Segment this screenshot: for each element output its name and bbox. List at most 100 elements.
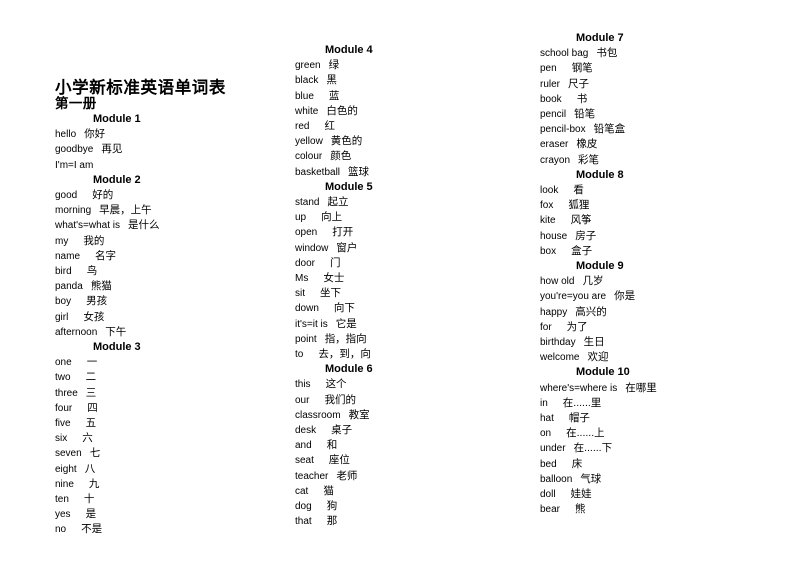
word-english: kite [540,215,556,227]
word-chinese: 那 [326,515,338,528]
word-chinese: 五 [85,417,97,430]
word-row: name 名字 [55,249,290,264]
word-row: eraser 橡皮 [540,137,775,152]
word-chinese: 二 [85,371,97,384]
word-chinese: 橡皮 [576,138,598,151]
word-chinese: 在......下 [573,442,613,455]
word-chinese: 猫 [323,484,334,497]
word-english: look [540,185,559,197]
word-english: down [295,303,319,315]
word-row: yellow 黄色的 [295,134,530,149]
word-row: in 在......里 [540,396,775,411]
word-english: dog [295,501,312,513]
word-english: up [295,212,307,224]
word-row: six 六 [55,431,290,446]
word-chinese: 白色的 [326,104,358,117]
word-english: seven [55,448,82,460]
word-row: yes 是 [55,507,290,522]
word-chinese: 铅笔盒 [593,123,626,136]
word-english: Ms [295,273,309,285]
word-chinese: 四 [87,401,98,414]
word-row: to 去，到，向 [295,347,530,362]
word-row: on 在......上 [540,426,775,441]
module-header: Module 6 [325,363,373,376]
word-english: bed [540,458,557,470]
word-chinese: 彩笔 [578,153,600,166]
word-row: birthday 生日 [540,335,775,350]
word-row: teacher 老师 [295,469,530,484]
word-english: hello [55,129,77,141]
word-english: crayon [540,154,571,166]
word-english: panda [55,281,83,293]
word-chinese: 狗 [326,500,338,513]
word-row: two 二 [55,370,290,385]
word-row: cat 猫 [295,484,530,499]
word-english: book [540,93,562,105]
word-row: kite 风筝 [540,213,775,228]
word-english: door [295,257,316,269]
word-chinese: 向上 [321,211,343,224]
word-english: and [295,440,312,452]
word-row: Ms 女士 [295,271,530,286]
word-english: colour [295,151,323,163]
word-english: pencil-box [540,124,586,136]
word-row: pencil-box 铅笔盒 [540,122,775,137]
word-english: six [55,433,68,445]
word-row: sit 坐下 [295,286,530,301]
word-chinese: 床 [571,457,583,470]
word-english: morning [55,205,92,217]
word-row: green 绿 [295,58,530,73]
word-chinese: 老师 [336,469,358,482]
word-chinese: 好的 [92,189,114,202]
word-row: crayon 彩笔 [540,153,775,168]
word-row: black 黑 [295,73,530,88]
word-english: house [540,230,568,242]
word-row: you're=you are 你是 [540,289,775,304]
word-chinese: 六 [82,432,93,445]
word-chinese: 你好 [84,128,106,141]
module-header: Module 3 [93,341,141,354]
word-row: morning 早晨，上午 [55,203,290,218]
word-chinese: 鸟 [86,265,98,278]
word-english: welcome [540,352,580,364]
word-row: bear 熊 [540,502,775,517]
word-row: under 在......下 [540,441,775,456]
word-chinese: 为了 [566,320,588,333]
word-english: desk [295,425,317,437]
word-chinese: 打开 [332,226,354,239]
module-header: Module 4 [325,44,373,56]
word-english: that [295,516,312,528]
word-chinese: 坐下 [320,287,341,300]
module-header: Module 5 [325,180,373,193]
word-chinese: 女士 [323,272,345,285]
word-chinese: 在......里 [562,396,602,409]
word-row: white 白色的 [295,104,530,119]
word-english: stand [295,197,320,209]
word-chinese: 九 [88,477,100,490]
word-chinese: 指，指向 [324,332,367,345]
word-english: goodbye [55,144,94,156]
word-row: up 向上 [295,210,530,225]
word-english: blue [295,90,314,102]
word-chinese: 不是 [81,523,103,536]
word-chinese: 绿 [328,59,340,72]
word-row: blue 蓝 [295,89,530,104]
word-english: eight [55,463,77,475]
word-row: classroom 教室 [295,408,530,423]
word-row: boy 男孩 [55,294,290,309]
word-list-page: 小学新标准英语单词表 第一册 Module 1 hello 你好 goodbye 再见 I… [0,0,800,566]
word-english: window [295,242,329,254]
word-chinese: 篮球 [348,165,370,178]
word-row: hat 帽子 [540,411,775,426]
word-row: it's=it is 它是 [295,317,530,332]
word-chinese: 桌子 [331,424,353,437]
word-chinese: 向下 [333,302,355,315]
word-chinese: 蓝 [328,89,340,102]
word-chinese: 熊 [575,503,586,516]
word-chinese: 你是 [614,290,636,303]
word-row: book 书 [540,92,775,107]
module-header: Module 1 [93,113,141,125]
word-english: teacher [295,470,329,482]
word-row: seat 座位 [295,453,530,468]
word-english: under [540,443,566,455]
